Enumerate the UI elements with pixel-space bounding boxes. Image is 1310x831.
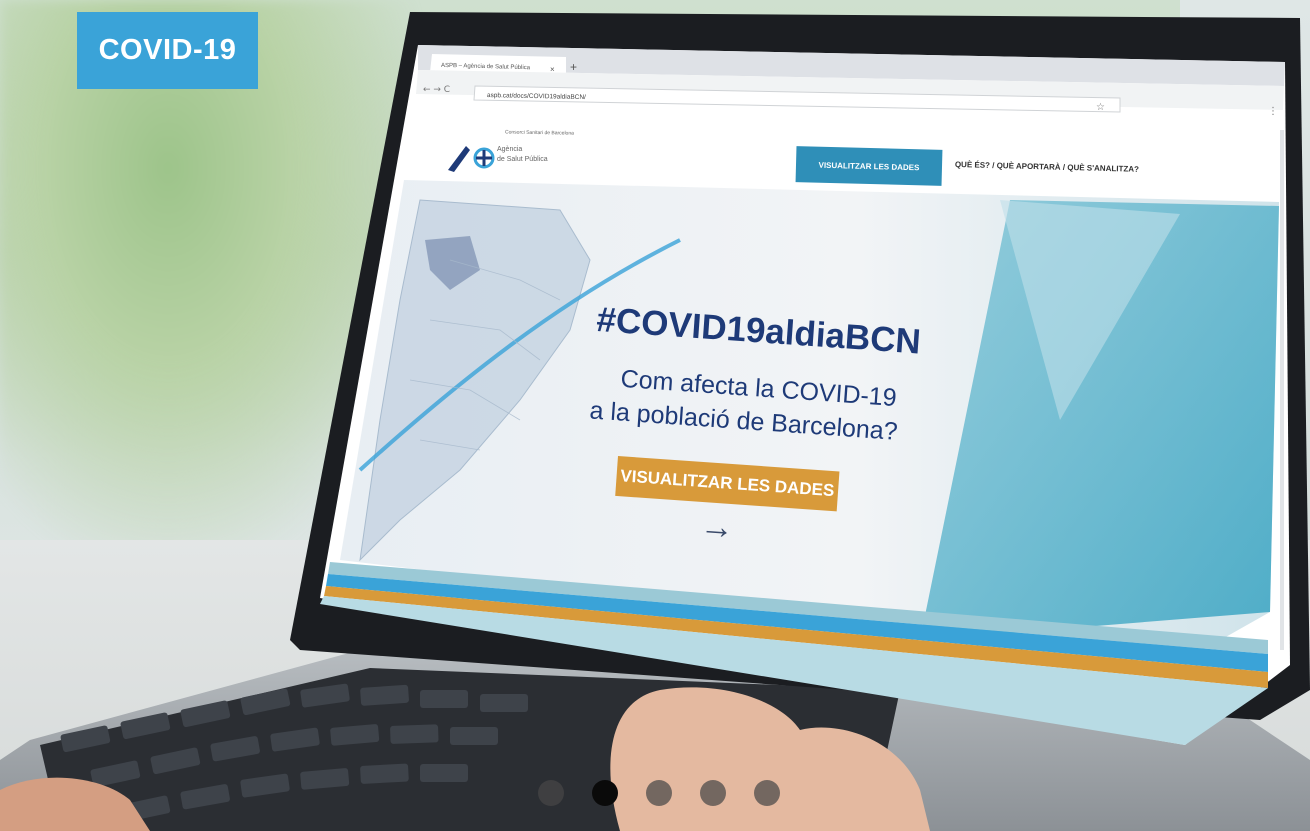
svg-text:⋮: ⋮ [1268,106,1278,117]
logo-text-line2: de Salut Pública [497,156,548,163]
carousel-dot-5[interactable] [754,780,780,806]
category-badge[interactable]: COVID-19 [77,12,258,89]
carousel-dot-3[interactable] [646,780,672,806]
logo-text-line1: Agència [497,146,523,153]
carousel-dot-1[interactable] [538,780,564,806]
svg-text:☆: ☆ [1096,102,1105,113]
org-name: Consorci Sanitari de Barcelona [504,129,574,137]
nav-visualize-button[interactable]: VISUALITZAR LES DADES [795,146,943,186]
scrollbar [1280,130,1284,650]
carousel-dot-2[interactable] [592,780,618,806]
svg-text:← → C: ← → C [423,85,450,95]
arrow-right-icon[interactable]: → [699,507,736,548]
carousel-slide: ← → C ☆ ⋮ ASPB – Agència de Salut Públic… [0,0,1310,831]
new-tab-icon[interactable]: + [570,60,577,74]
carousel-dot-4[interactable] [700,780,726,806]
tab-close-icon[interactable]: × [550,65,555,74]
carousel-indicators [538,780,780,806]
